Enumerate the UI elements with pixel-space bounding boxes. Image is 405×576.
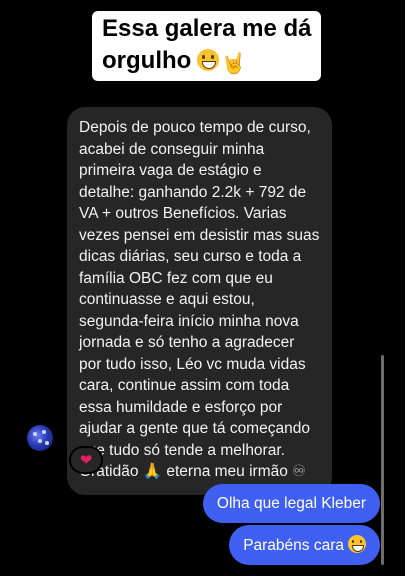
received-message-tail: eterna meu irmão: [162, 463, 293, 480]
avatar[interactable]: [27, 425, 53, 451]
caption-line-2: orgulho 🤘: [102, 46, 247, 78]
rock-on-hand-icon: 🤘: [221, 51, 247, 75]
grinning-face-icon: [197, 49, 220, 71]
scrollbar[interactable]: [381, 355, 384, 565]
praying-hands-icon: 🙏: [142, 462, 163, 480]
infinity-icon: ♾: [292, 462, 307, 480]
caption-line-1: Essa galera me dá: [102, 15, 312, 42]
sent-message-bubble[interactable]: Olha que legal Kleber: [202, 484, 380, 523]
received-message-bubble[interactable]: Depois de pouco tempo de curso, acabei d…: [67, 107, 332, 495]
heart-reaction-icon[interactable]: ❤: [69, 446, 103, 474]
grinning-face-icon: [348, 535, 366, 553]
received-message-text: Depois de pouco tempo de curso, acabei d…: [79, 119, 320, 480]
sent-message-text: Parabéns cara: [243, 537, 344, 554]
sent-message-text: Olha que legal Kleber: [216, 495, 366, 512]
caption-overlay: Essa galera me dá orgulho 🤘: [92, 11, 322, 81]
caption-line-2-text: orgulho: [102, 47, 192, 74]
sent-message-bubble[interactable]: Parabéns cara: [229, 525, 380, 565]
